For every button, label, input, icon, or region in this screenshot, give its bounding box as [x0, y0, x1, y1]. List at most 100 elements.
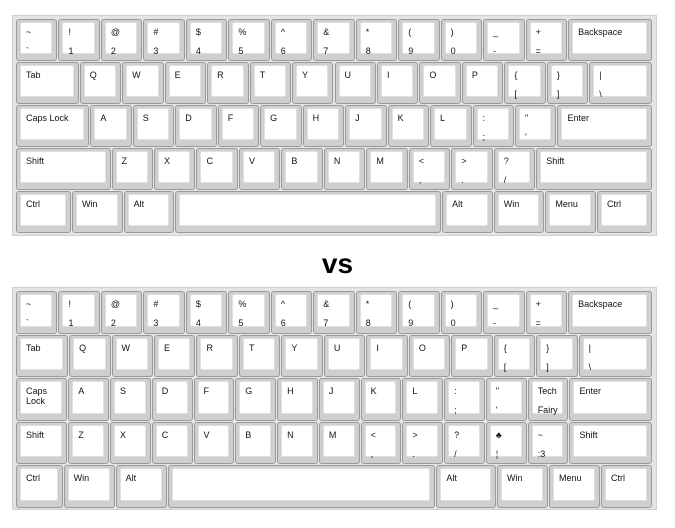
key-y[interactable]: Y [281, 334, 323, 377]
key-menu[interactable]: Menu [545, 191, 597, 233]
key--[interactable]: >. [451, 148, 493, 190]
key--[interactable]: <, [360, 421, 402, 464]
key-alt[interactable]: Alt [123, 191, 175, 233]
key-x[interactable]: X [154, 148, 196, 190]
key-tab[interactable]: Tab [16, 334, 69, 377]
key-ctrl[interactable]: Ctrl [601, 465, 652, 508]
key--[interactable]: _ - [483, 291, 525, 334]
key--[interactable]: @2 [100, 291, 143, 334]
key-win[interactable]: Win [63, 465, 115, 508]
key-shift[interactable]: Shift [569, 421, 652, 464]
key-t[interactable]: T [238, 334, 281, 377]
key-h[interactable]: H [302, 105, 345, 147]
key-m[interactable]: M [318, 421, 360, 464]
key--[interactable]: * 8 [355, 19, 398, 61]
key-p[interactable]: P [451, 334, 493, 377]
key-d[interactable]: D [151, 378, 193, 421]
key--[interactable]: " ' [485, 378, 527, 421]
key-f[interactable]: F [217, 105, 260, 147]
key-w[interactable]: W [122, 62, 164, 104]
key-enter[interactable]: Enter [557, 105, 652, 147]
key-y[interactable]: Y [292, 62, 334, 104]
key--[interactable]: % 5 [228, 19, 270, 61]
key-v[interactable]: V [238, 148, 281, 190]
key--[interactable]: & 7 [313, 19, 355, 61]
key-win[interactable]: Win [493, 191, 545, 233]
key-space[interactable] [175, 191, 442, 233]
key-backspace[interactable]: Backspace [568, 19, 652, 61]
key--[interactable]: | \ [589, 62, 652, 104]
key-l[interactable]: L [430, 105, 472, 147]
key-alt[interactable]: Alt [436, 465, 496, 508]
key-alt[interactable]: Alt [115, 465, 167, 508]
key-t[interactable]: T [249, 62, 292, 104]
key-space[interactable] [167, 465, 436, 508]
key-j[interactable]: J [345, 105, 387, 147]
key--[interactable]: #3 [143, 291, 185, 334]
key-e[interactable]: E [154, 334, 196, 377]
key--[interactable]: :; [472, 105, 514, 147]
key-g[interactable]: G [235, 378, 277, 421]
key-n[interactable]: N [323, 148, 366, 190]
key-r[interactable]: R [207, 62, 249, 104]
key-c[interactable]: C [151, 421, 193, 464]
key-b[interactable]: B [235, 421, 277, 464]
key--[interactable]: & 7 [313, 291, 355, 334]
key--[interactable]: ^ 6 [270, 19, 313, 61]
key--[interactable]: @2 [100, 19, 143, 61]
key-w[interactable]: W [111, 334, 153, 377]
key-r[interactable]: R [196, 334, 238, 377]
key--[interactable]: _ - [483, 19, 525, 61]
key-z[interactable]: Z [111, 148, 153, 190]
key--[interactable]: % 5 [228, 291, 270, 334]
key--[interactable]: + = [525, 19, 568, 61]
key--[interactable]: ? / [493, 148, 536, 190]
key--[interactable]: {[ [493, 334, 536, 377]
key--[interactable]: <, [408, 148, 451, 190]
key--[interactable]: ~:3 [527, 421, 569, 464]
key-s[interactable]: S [132, 105, 175, 147]
key--[interactable]: ~ ` [16, 19, 58, 61]
key-k[interactable]: K [387, 105, 430, 147]
key-v[interactable]: V [193, 421, 235, 464]
key-win[interactable]: Win [497, 465, 548, 508]
key--[interactable]: $4 [185, 19, 228, 61]
key-caps-lock[interactable]: Caps Lock [16, 378, 68, 421]
key-i[interactable]: I [376, 62, 419, 104]
key-enter[interactable]: Enter [569, 378, 652, 421]
key-q[interactable]: Q [69, 334, 111, 377]
key-p[interactable]: P [461, 62, 504, 104]
key-backspace[interactable]: Backspace [568, 291, 652, 334]
key-b[interactable]: B [281, 148, 323, 190]
key-u[interactable]: U [323, 334, 366, 377]
key-o[interactable]: O [419, 62, 461, 104]
key-e[interactable]: E [164, 62, 207, 104]
key-alt[interactable]: Alt [442, 191, 493, 233]
key--[interactable]: ! 1 [58, 19, 100, 61]
key--[interactable]: }] [546, 62, 589, 104]
key-n[interactable]: N [277, 421, 318, 464]
key--[interactable]: ♣ ¦ [485, 421, 527, 464]
key-win[interactable]: Win [71, 191, 123, 233]
key-h[interactable]: H [277, 378, 318, 421]
key-tab[interactable]: Tab [16, 62, 79, 104]
key-j[interactable]: J [318, 378, 360, 421]
key-m[interactable]: M [366, 148, 408, 190]
key-d[interactable]: D [175, 105, 217, 147]
key-z[interactable]: Z [68, 421, 109, 464]
key-ctrl[interactable]: Ctrl [16, 191, 71, 233]
key-i[interactable]: I [366, 334, 408, 377]
key-ctrl[interactable]: Ctrl [16, 465, 63, 508]
key--[interactable]: (9 [398, 19, 440, 61]
key-q[interactable]: Q [79, 62, 122, 104]
key-tech[interactable]: Tech Fairy [527, 378, 569, 421]
key--[interactable]: ) 0 [440, 291, 483, 334]
key-f[interactable]: F [193, 378, 235, 421]
key-s[interactable]: S [109, 378, 151, 421]
key--[interactable]: ) 0 [440, 19, 483, 61]
key-shift[interactable]: Shift [536, 148, 652, 190]
key-a[interactable]: A [90, 105, 132, 147]
key-x[interactable]: X [109, 421, 151, 464]
key--[interactable]: * 8 [355, 291, 398, 334]
key--[interactable]: (9 [398, 291, 440, 334]
